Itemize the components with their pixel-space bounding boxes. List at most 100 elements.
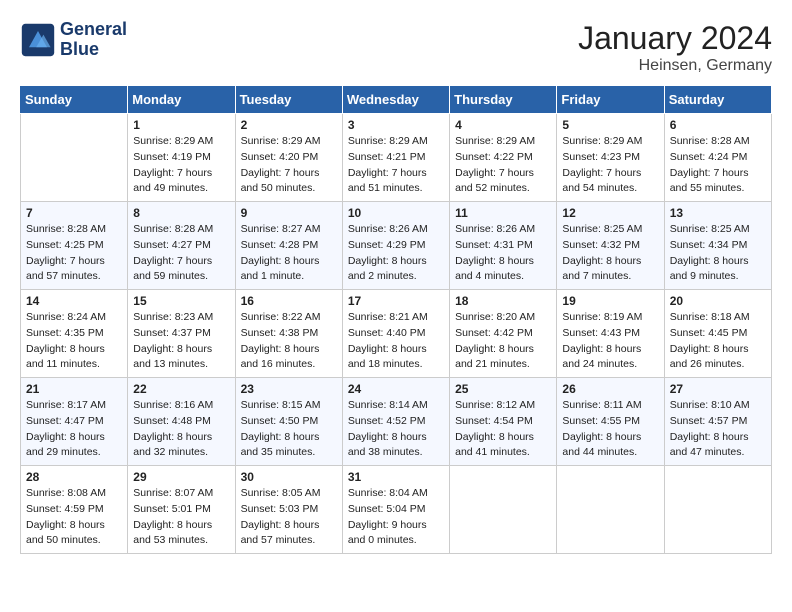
calendar-table: SundayMondayTuesdayWednesdayThursdayFrid… (20, 85, 772, 554)
page-header: General Blue January 2024 Heinsen, Germa… (20, 20, 772, 75)
day-number: 14 (26, 294, 122, 308)
calendar-cell: 6 Sunrise: 8:28 AMSunset: 4:24 PMDaylight… (664, 114, 771, 202)
week-row-2: 7 Sunrise: 8:28 AMSunset: 4:25 PMDaylight… (21, 202, 772, 290)
day-number: 19 (562, 294, 658, 308)
calendar-cell: 31 Sunrise: 8:04 AMSunset: 5:04 PMDayligh… (342, 466, 449, 554)
day-info: Sunrise: 8:23 AMSunset: 4:37 PMDaylight:… (133, 310, 229, 373)
day-number: 25 (455, 382, 551, 396)
calendar-cell: 21 Sunrise: 8:17 AMSunset: 4:47 PMDayligh… (21, 378, 128, 466)
day-number: 5 (562, 118, 658, 132)
day-number: 4 (455, 118, 551, 132)
day-number: 8 (133, 206, 229, 220)
day-number: 17 (348, 294, 444, 308)
day-number: 18 (455, 294, 551, 308)
day-number: 15 (133, 294, 229, 308)
day-number: 20 (670, 294, 766, 308)
calendar-cell: 7 Sunrise: 8:28 AMSunset: 4:25 PMDaylight… (21, 202, 128, 290)
day-info: Sunrise: 8:28 AMSunset: 4:24 PMDaylight:… (670, 134, 766, 197)
day-number: 27 (670, 382, 766, 396)
day-info: Sunrise: 8:16 AMSunset: 4:48 PMDaylight:… (133, 398, 229, 461)
calendar-cell: 2 Sunrise: 8:29 AMSunset: 4:20 PMDaylight… (235, 114, 342, 202)
calendar-cell: 25 Sunrise: 8:12 AMSunset: 4:54 PMDayligh… (450, 378, 557, 466)
day-info: Sunrise: 8:04 AMSunset: 5:04 PMDaylight:… (348, 486, 444, 549)
day-info: Sunrise: 8:29 AMSunset: 4:19 PMDaylight:… (133, 134, 229, 197)
logo-line2: Blue (60, 39, 99, 59)
calendar-cell: 1 Sunrise: 8:29 AMSunset: 4:19 PMDaylight… (128, 114, 235, 202)
calendar-cell: 20Sunrise: 8:18 AMSunset: 4:45 PMDayligh… (664, 290, 771, 378)
day-info: Sunrise: 8:10 AMSunset: 4:57 PMDaylight:… (670, 398, 766, 461)
calendar-cell: 18 Sunrise: 8:20 AMSunset: 4:42 PMDayligh… (450, 290, 557, 378)
calendar-cell: 15 Sunrise: 8:23 AMSunset: 4:37 PMDayligh… (128, 290, 235, 378)
day-info: Sunrise: 8:05 AMSunset: 5:03 PMDaylight:… (241, 486, 337, 549)
header-sunday: Sunday (21, 86, 128, 114)
day-info: Sunrise: 8:25 AMSunset: 4:32 PMDaylight:… (562, 222, 658, 285)
day-number: 28 (26, 470, 122, 484)
calendar-cell: 5 Sunrise: 8:29 AMSunset: 4:23 PMDaylight… (557, 114, 664, 202)
day-number: 22 (133, 382, 229, 396)
logo: General Blue (20, 20, 127, 60)
day-number: 6 (670, 118, 766, 132)
day-number: 3 (348, 118, 444, 132)
calendar-cell (557, 466, 664, 554)
header-tuesday: Tuesday (235, 86, 342, 114)
header-saturday: Saturday (664, 86, 771, 114)
calendar-cell: 8 Sunrise: 8:28 AMSunset: 4:27 PMDaylight… (128, 202, 235, 290)
calendar-cell: 19Sunrise: 8:19 AMSunset: 4:43 PMDayligh… (557, 290, 664, 378)
day-number: 29 (133, 470, 229, 484)
day-info: Sunrise: 8:08 AMSunset: 4:59 PMDaylight:… (26, 486, 122, 549)
week-row-4: 21 Sunrise: 8:17 AMSunset: 4:47 PMDayligh… (21, 378, 772, 466)
day-number: 24 (348, 382, 444, 396)
logo-text: General Blue (60, 20, 127, 60)
calendar-cell: 29 Sunrise: 8:07 AMSunset: 5:01 PMDayligh… (128, 466, 235, 554)
day-info: Sunrise: 8:11 AMSunset: 4:55 PMDaylight:… (562, 398, 658, 461)
day-number: 7 (26, 206, 122, 220)
day-info: Sunrise: 8:12 AMSunset: 4:54 PMDaylight:… (455, 398, 551, 461)
calendar-cell (664, 466, 771, 554)
header-row: SundayMondayTuesdayWednesdayThursdayFrid… (21, 86, 772, 114)
day-number: 21 (26, 382, 122, 396)
day-number: 13 (670, 206, 766, 220)
month-title: January 2024 (578, 20, 772, 57)
title-block: January 2024 Heinsen, Germany (578, 20, 772, 75)
day-number: 26 (562, 382, 658, 396)
calendar-cell: 11Sunrise: 8:26 AMSunset: 4:31 PMDayligh… (450, 202, 557, 290)
calendar-cell: 24 Sunrise: 8:14 AMSunset: 4:52 PMDayligh… (342, 378, 449, 466)
calendar-cell: 4Sunrise: 8:29 AMSunset: 4:22 PMDaylight… (450, 114, 557, 202)
calendar-cell: 9Sunrise: 8:27 AMSunset: 4:28 PMDaylight… (235, 202, 342, 290)
day-info: Sunrise: 8:07 AMSunset: 5:01 PMDaylight:… (133, 486, 229, 549)
day-info: Sunrise: 8:17 AMSunset: 4:47 PMDaylight:… (26, 398, 122, 461)
calendar-cell: 23Sunrise: 8:15 AMSunset: 4:50 PMDayligh… (235, 378, 342, 466)
day-number: 30 (241, 470, 337, 484)
day-info: Sunrise: 8:20 AMSunset: 4:42 PMDaylight:… (455, 310, 551, 373)
day-number: 1 (133, 118, 229, 132)
week-row-3: 14 Sunrise: 8:24 AMSunset: 4:35 PMDayligh… (21, 290, 772, 378)
calendar-cell (450, 466, 557, 554)
calendar-cell: 17Sunrise: 8:21 AMSunset: 4:40 PMDayligh… (342, 290, 449, 378)
week-row-5: 28 Sunrise: 8:08 AMSunset: 4:59 PMDayligh… (21, 466, 772, 554)
week-row-1: 1 Sunrise: 8:29 AMSunset: 4:19 PMDaylight… (21, 114, 772, 202)
day-number: 31 (348, 470, 444, 484)
header-thursday: Thursday (450, 86, 557, 114)
header-monday: Monday (128, 86, 235, 114)
calendar-cell: 12Sunrise: 8:25 AMSunset: 4:32 PMDayligh… (557, 202, 664, 290)
day-info: Sunrise: 8:29 AMSunset: 4:20 PMDaylight:… (241, 134, 337, 197)
day-info: Sunrise: 8:14 AMSunset: 4:52 PMDaylight:… (348, 398, 444, 461)
location: Heinsen, Germany (578, 57, 772, 75)
day-info: Sunrise: 8:28 AMSunset: 4:27 PMDaylight:… (133, 222, 229, 285)
calendar-cell: 22 Sunrise: 8:16 AMSunset: 4:48 PMDayligh… (128, 378, 235, 466)
calendar-cell: 26 Sunrise: 8:11 AMSunset: 4:55 PMDayligh… (557, 378, 664, 466)
day-info: Sunrise: 8:26 AMSunset: 4:29 PMDaylight:… (348, 222, 444, 285)
day-info: Sunrise: 8:28 AMSunset: 4:25 PMDaylight:… (26, 222, 122, 285)
calendar-cell: 28 Sunrise: 8:08 AMSunset: 4:59 PMDayligh… (21, 466, 128, 554)
day-info: Sunrise: 8:24 AMSunset: 4:35 PMDaylight:… (26, 310, 122, 373)
day-info: Sunrise: 8:29 AMSunset: 4:21 PMDaylight:… (348, 134, 444, 197)
day-number: 10 (348, 206, 444, 220)
day-number: 2 (241, 118, 337, 132)
calendar-cell: 3 Sunrise: 8:29 AMSunset: 4:21 PMDaylight… (342, 114, 449, 202)
day-info: Sunrise: 8:15 AMSunset: 4:50 PMDaylight:… (241, 398, 337, 461)
logo-line1: General (60, 19, 127, 39)
calendar-cell (21, 114, 128, 202)
calendar-cell: 14 Sunrise: 8:24 AMSunset: 4:35 PMDayligh… (21, 290, 128, 378)
day-info: Sunrise: 8:26 AMSunset: 4:31 PMDaylight:… (455, 222, 551, 285)
day-info: Sunrise: 8:29 AMSunset: 4:23 PMDaylight:… (562, 134, 658, 197)
